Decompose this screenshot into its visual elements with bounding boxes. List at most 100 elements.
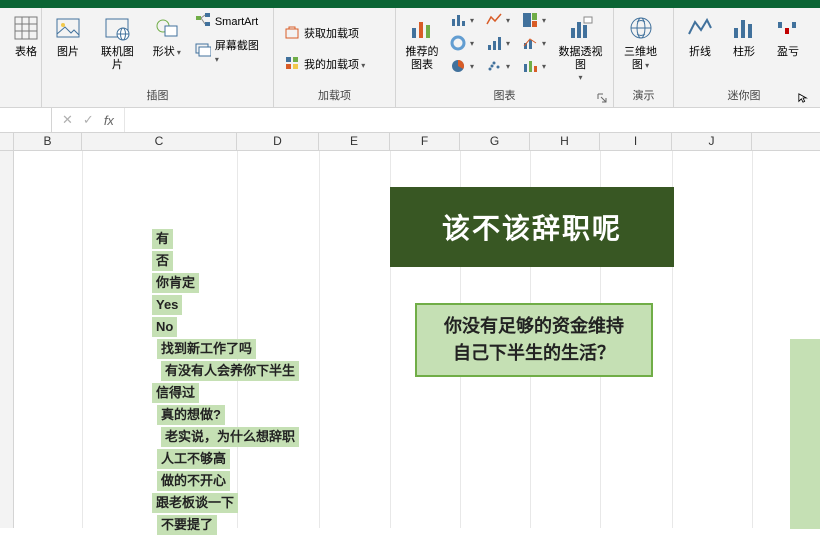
label: 获取加载项 — [304, 25, 359, 41]
cell[interactable]: 真的想做? — [157, 405, 225, 425]
ribbon-group-sparklines: 折线 柱形 盈亏 迷你图 — [674, 8, 814, 107]
ribbon-group-charts: 推荐的 图表 ▾ ▾ ▾ ▾ ▾ ▾ ▾ ▾ ▾ — [396, 8, 614, 107]
fx-icon[interactable]: fx — [104, 113, 114, 128]
label: 数据透视图▾ — [558, 46, 603, 84]
label: 表格 — [15, 46, 37, 59]
ribbon-group-tables: 表格 — [0, 8, 42, 107]
name-box[interactable] — [0, 108, 52, 132]
group-label — [6, 91, 35, 105]
my-addins-button[interactable]: 我的加载项 ▾ — [280, 53, 369, 76]
store-icon — [284, 24, 300, 43]
cell[interactable]: 否 — [152, 251, 173, 271]
col-G: G — [460, 133, 530, 150]
cell[interactable]: 老实说，为什么想辞职 — [161, 427, 299, 447]
cell[interactable]: 有没有人会养你下半生 — [161, 361, 299, 381]
row-headers[interactable] — [0, 151, 14, 528]
online-pictures-icon — [103, 12, 131, 44]
column-chart-button[interactable]: ▾ — [446, 10, 478, 30]
cell[interactable]: No — [152, 317, 177, 337]
screenshot-button[interactable]: 屏幕截图 ▾ — [191, 35, 267, 67]
cell[interactable]: 你肯定 — [152, 273, 199, 293]
question-box[interactable]: 你没有足够的资金维持 自己下半生的生活？ — [415, 303, 653, 377]
worksheet-area[interactable]: 有 否 你肯定 Yes No 找到新工作了吗 有没有人会养你下半生 信得过 真的… — [0, 151, 820, 528]
sparkline-column-button[interactable]: 柱形 — [724, 10, 764, 61]
hierarchy-chart-button[interactable]: ▾ — [446, 33, 478, 53]
label: 图片 — [57, 46, 79, 59]
col-I: I — [600, 133, 672, 150]
smartart-icon — [195, 12, 211, 31]
recommended-charts-button[interactable]: 推荐的 图表 — [402, 10, 442, 73]
ribbon-group-addins: 获取加载项 我的加载项 ▾ 加载项 — [274, 8, 396, 107]
addins-icon — [284, 55, 300, 74]
label: 我的加载项 ▾ — [304, 56, 365, 72]
col-F: F — [390, 133, 460, 150]
sparkline-winloss-icon — [774, 12, 802, 44]
label: 柱形 — [733, 46, 755, 59]
group-label: 迷你图 — [680, 87, 808, 105]
group-label: 加载项 — [280, 87, 389, 105]
label: SmartArt — [215, 16, 258, 28]
screenshot-icon — [195, 42, 211, 61]
line-chart-button[interactable]: ▾ — [482, 10, 514, 30]
col-E: E — [319, 133, 390, 150]
cell[interactable]: 信得过 — [152, 383, 199, 403]
side-shape[interactable] — [790, 339, 820, 529]
column-headers[interactable]: B C D E F G H I J — [0, 133, 820, 151]
ribbon-group-illustrations: 图片 联机图片 形状 ▾ SmartArt 屏幕截图 ▾ 插 — [42, 8, 274, 107]
pictures-icon — [54, 12, 82, 44]
3d-map-button[interactable]: 三维地 图 ▾ — [620, 10, 661, 73]
globe-icon — [627, 12, 655, 44]
pie-chart-button[interactable]: ▾ — [446, 56, 478, 76]
cell[interactable]: 人工不够高 — [157, 449, 230, 469]
cursor-icon — [798, 93, 808, 103]
ribbon-group-tours: 三维地 图 ▾ 演示 — [614, 8, 674, 107]
cell[interactable]: 找到新工作了吗 — [157, 339, 256, 359]
statistic-chart-button[interactable]: ▾ — [482, 33, 514, 53]
recommended-charts-icon — [408, 12, 436, 44]
shapes-icon — [153, 12, 181, 44]
sparkline-line-icon — [686, 12, 714, 44]
cell[interactable]: 跟老板谈一下 — [152, 493, 238, 513]
enter-icon[interactable]: ✓ — [83, 112, 94, 128]
cell[interactable]: 不要提了 — [157, 515, 217, 535]
smartart-button[interactable]: SmartArt — [191, 10, 267, 33]
table-button[interactable]: 表格 — [6, 10, 46, 61]
group-label: 图表 — [402, 87, 607, 105]
group-label: 演示 — [620, 87, 667, 105]
label: 形状 ▾ — [153, 46, 181, 59]
pictures-button[interactable]: 图片 — [48, 10, 88, 61]
sparkline-winloss-button[interactable]: 盈亏 — [768, 10, 808, 61]
col-H: H — [530, 133, 600, 150]
cell[interactable]: Yes — [152, 295, 182, 315]
cell[interactable]: 有 — [152, 229, 173, 249]
cell[interactable]: 做的不开心 — [157, 471, 230, 491]
treemap-button[interactable]: ▾ — [518, 10, 550, 30]
pivot-chart-button[interactable]: 数据透视图▾ — [554, 10, 607, 86]
col-C: C — [82, 133, 237, 150]
label: 屏幕截图 ▾ — [215, 37, 263, 65]
surface-chart-button[interactable]: ▾ — [518, 56, 550, 76]
label: 折线 — [689, 46, 711, 59]
ribbon: 表格 图片 联机图片 形状 ▾ SmartArt — [0, 8, 820, 108]
combo-chart-button[interactable]: ▾ — [518, 33, 550, 53]
col-B: B — [14, 133, 82, 150]
label: 推荐的 图表 — [406, 46, 439, 71]
group-label: 插图 — [48, 87, 267, 105]
label: 盈亏 — [777, 46, 799, 59]
sparkline-column-icon — [730, 12, 758, 44]
cancel-icon[interactable]: ✕ — [62, 112, 73, 128]
col-J: J — [672, 133, 752, 150]
shapes-button[interactable]: 形状 ▾ — [147, 10, 187, 61]
sparkline-line-button[interactable]: 折线 — [680, 10, 720, 61]
label: 联机图片 — [96, 46, 139, 71]
title-bar — [0, 0, 820, 8]
scatter-chart-button[interactable]: ▾ — [482, 56, 514, 76]
formula-input[interactable] — [125, 108, 820, 132]
online-pictures-button[interactable]: 联机图片 — [92, 10, 143, 73]
title-banner[interactable]: 该不该辞职呢 — [390, 187, 674, 267]
col-D: D — [237, 133, 319, 150]
dialog-launcher-icon[interactable] — [597, 93, 607, 103]
formula-bar: ✕ ✓ fx — [0, 108, 820, 133]
get-addins-button[interactable]: 获取加载项 — [280, 22, 369, 45]
label: 三维地 图 ▾ — [624, 46, 657, 71]
